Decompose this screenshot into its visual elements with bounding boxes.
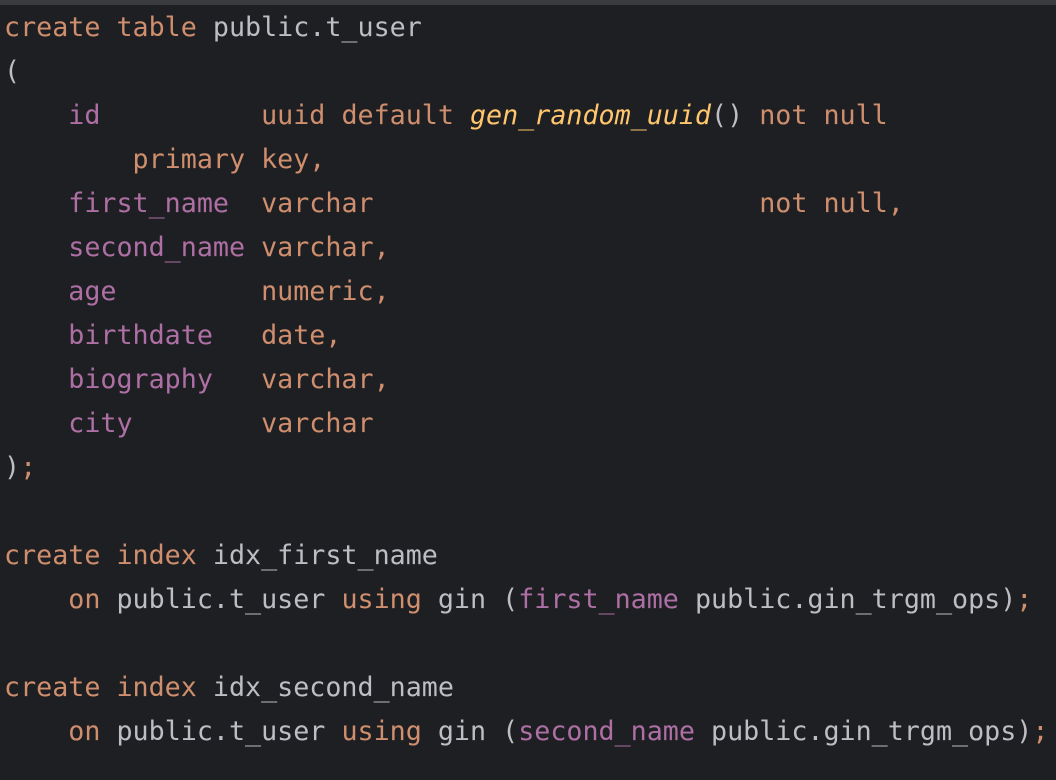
code-token: first_name: [68, 188, 229, 219]
code-token: second_name: [68, 232, 246, 263]
code-line[interactable]: [4, 490, 1056, 534]
code-line[interactable]: on public.t_user using gin (second_name …: [4, 710, 1056, 754]
code-token: gin (: [421, 716, 519, 747]
code-token: create: [4, 12, 101, 43]
code-token: varchar,: [261, 232, 390, 263]
code-token: (): [711, 100, 744, 131]
code-line[interactable]: on public.t_user using gin (first_name p…: [4, 578, 1056, 622]
code-token: varchar,: [261, 364, 390, 395]
code-line[interactable]: primary key,: [4, 138, 1056, 182]
code-token: first_name: [518, 584, 679, 615]
code-token: gen_random_uuid: [469, 100, 711, 131]
code-token: public.gin_trgm_ops): [694, 716, 1033, 747]
code-token: on: [68, 716, 101, 747]
code-token: using: [341, 584, 422, 615]
code-token: biography: [68, 364, 213, 395]
code-token: create: [4, 672, 101, 703]
code-line[interactable]: [4, 622, 1056, 666]
code-line[interactable]: (: [4, 50, 1056, 94]
code-line[interactable]: biography varchar,: [4, 358, 1056, 402]
code-token: ;: [1032, 716, 1049, 747]
code-token: uuid default: [261, 100, 470, 131]
code-token: public.gin_trgm_ops): [678, 584, 1017, 615]
code-line[interactable]: city varchar: [4, 402, 1056, 446]
code-line[interactable]: create table public.t_user: [4, 6, 1056, 50]
code-token: id: [68, 100, 101, 131]
code-token: ,: [309, 144, 326, 175]
code-editor[interactable]: create table public.t_user ( id uuid defa…: [4, 6, 1056, 780]
code-token: public.t_user: [100, 584, 342, 615]
code-token: second_name: [518, 716, 695, 747]
code-token: idx_second_name: [196, 672, 454, 703]
code-line[interactable]: second_name varchar,: [4, 226, 1056, 270]
code-token: age: [68, 276, 117, 307]
code-line[interactable]: birthdate date,: [4, 314, 1056, 358]
code-line[interactable]: age numeric,: [4, 270, 1056, 314]
code-token: not null,: [759, 188, 904, 219]
code-token: index: [116, 672, 197, 703]
code-line[interactable]: first_name varchar not null,: [4, 182, 1056, 226]
code-line[interactable]: create index idx_first_name: [4, 534, 1056, 578]
code-token: create: [4, 540, 101, 571]
code-token: index: [116, 540, 197, 571]
code-token: gin (: [421, 584, 519, 615]
code-line[interactable]: );: [4, 446, 1056, 490]
code-token: numeric,: [261, 276, 390, 307]
code-line[interactable]: create index idx_second_name: [4, 666, 1056, 710]
code-token: public.t_user: [196, 12, 422, 43]
code-token: primary key: [132, 144, 310, 175]
code-token: city: [68, 408, 133, 439]
code-token: on: [68, 584, 101, 615]
code-token: public.t_user: [100, 716, 342, 747]
code-token: ): [4, 452, 21, 483]
code-token: varchar: [261, 188, 374, 219]
code-token: (: [4, 56, 21, 87]
code-line[interactable]: id uuid default gen_random_uuid() not nu…: [4, 94, 1056, 138]
code-token: idx_first_name: [196, 540, 438, 571]
editor-top-border: [0, 0, 1056, 5]
code-token: not null: [743, 100, 888, 131]
code-token: using: [341, 716, 422, 747]
code-token: birthdate: [68, 320, 213, 351]
code-token: date,: [261, 320, 342, 351]
code-token: varchar: [261, 408, 374, 439]
code-token: table: [116, 12, 197, 43]
code-token: ;: [20, 452, 37, 483]
code-token: ;: [1016, 584, 1033, 615]
